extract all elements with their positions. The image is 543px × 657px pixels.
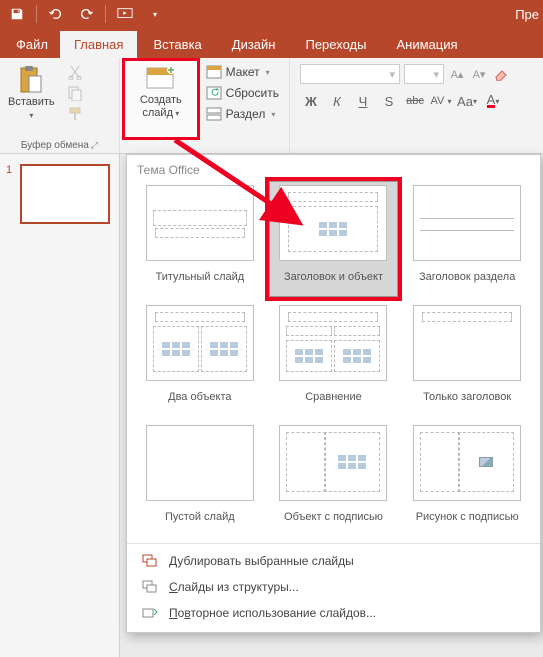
cut-button[interactable] bbox=[61, 62, 89, 82]
shrink-font-icon[interactable]: A▾ bbox=[470, 65, 488, 83]
group-font: ▾ ▾ A▴ A▾ Ж К Ч S abc AV ▾ Aa▾ A▾ bbox=[290, 58, 543, 153]
paste-button[interactable]: Вставить▾ bbox=[4, 60, 59, 138]
layout-title-slide[interactable]: Титульный слайд bbox=[135, 181, 265, 297]
layout-section-header[interactable]: Заголовок раздела bbox=[402, 181, 532, 297]
paste-label: Вставить bbox=[8, 96, 55, 108]
shadow-button[interactable]: S bbox=[378, 90, 400, 112]
title-bar: ▾ Пре bbox=[0, 0, 543, 28]
change-case-button[interactable]: Aa▾ bbox=[456, 90, 478, 112]
slide-thumbnails-panel: 1 bbox=[0, 154, 120, 657]
tab-animations[interactable]: Анимация bbox=[382, 31, 471, 58]
copy-button[interactable] bbox=[61, 83, 89, 103]
quick-access-toolbar: ▾ bbox=[0, 3, 172, 25]
ribbon: Вставить▾ Буфер обмена⤢ Создать слайд ▾ … bbox=[0, 58, 543, 154]
new-slide-button[interactable]: Создать слайд ▾ bbox=[124, 60, 198, 138]
grow-font-icon[interactable]: A▴ bbox=[448, 65, 466, 83]
italic-button[interactable]: К bbox=[326, 90, 348, 112]
layout-button[interactable]: Макет▾ bbox=[200, 62, 285, 82]
slide-number: 1 bbox=[6, 164, 16, 224]
layout-comparison[interactable]: Сравнение bbox=[269, 301, 399, 417]
tab-transitions[interactable]: Переходы bbox=[291, 31, 380, 58]
font-name-combo[interactable]: ▾ bbox=[300, 64, 400, 84]
undo-icon[interactable] bbox=[45, 3, 67, 25]
layout-title-content[interactable]: Заголовок и объект bbox=[269, 181, 399, 297]
section-button[interactable]: Раздел▾ bbox=[200, 104, 285, 124]
menu-reuse-slides[interactable]: Повторное использование слайдов... bbox=[127, 600, 540, 626]
slide-thumbnail-1[interactable]: 1 bbox=[6, 164, 113, 224]
format-painter-button[interactable] bbox=[61, 104, 89, 124]
duplicate-icon bbox=[141, 553, 159, 569]
underline-button[interactable]: Ч bbox=[352, 90, 374, 112]
save-icon[interactable] bbox=[6, 3, 28, 25]
menu-duplicate-slides[interactable]: Дублировать выбранные слайды bbox=[127, 548, 540, 574]
strikethrough-button[interactable]: abc bbox=[404, 90, 426, 112]
layout-title-only[interactable]: Только заголовок bbox=[402, 301, 532, 417]
group-clipboard: Вставить▾ Буфер обмена⤢ bbox=[0, 58, 120, 153]
bold-button[interactable]: Ж bbox=[300, 90, 322, 112]
redo-icon[interactable] bbox=[75, 3, 97, 25]
layout-two-content[interactable]: Два объекта bbox=[135, 301, 265, 417]
reuse-icon bbox=[141, 605, 159, 621]
tab-design[interactable]: Дизайн bbox=[218, 31, 290, 58]
group-slides: Создать слайд ▾ Макет▾ Сбросить Раздел▾ bbox=[120, 58, 290, 153]
menu-slides-from-outline[interactable]: Слайды из структуры... bbox=[127, 574, 540, 600]
layout-blank[interactable]: Пустой слайд bbox=[135, 421, 265, 537]
qat-customize-icon[interactable]: ▾ bbox=[144, 3, 166, 25]
reset-button[interactable]: Сбросить bbox=[200, 83, 285, 103]
font-size-combo[interactable]: ▾ bbox=[404, 64, 444, 84]
window-title: Пре bbox=[515, 7, 543, 22]
char-spacing-button[interactable]: AV ▾ bbox=[430, 90, 452, 112]
clipboard-group-label: Буфер обмена⤢ bbox=[4, 140, 115, 153]
gallery-header: Тема Office bbox=[127, 155, 540, 181]
outline-icon bbox=[141, 579, 159, 595]
ribbon-tabs: Файл Главная Вставка Дизайн Переходы Ани… bbox=[0, 28, 543, 58]
layout-picture-caption[interactable]: Рисунок с подписью bbox=[402, 421, 532, 537]
layout-content-caption[interactable]: Объект с подписью bbox=[269, 421, 399, 537]
tab-home[interactable]: Главная bbox=[60, 31, 137, 58]
new-slide-gallery: Тема Office Титульный слайд Заголовок и … bbox=[126, 154, 541, 633]
font-color-button[interactable]: A▾ bbox=[482, 90, 504, 112]
tab-file[interactable]: Файл bbox=[6, 31, 58, 58]
tab-insert[interactable]: Вставка bbox=[139, 31, 215, 58]
clear-format-icon[interactable] bbox=[492, 65, 510, 83]
slideshow-icon[interactable] bbox=[114, 3, 136, 25]
slide-preview bbox=[20, 164, 110, 224]
